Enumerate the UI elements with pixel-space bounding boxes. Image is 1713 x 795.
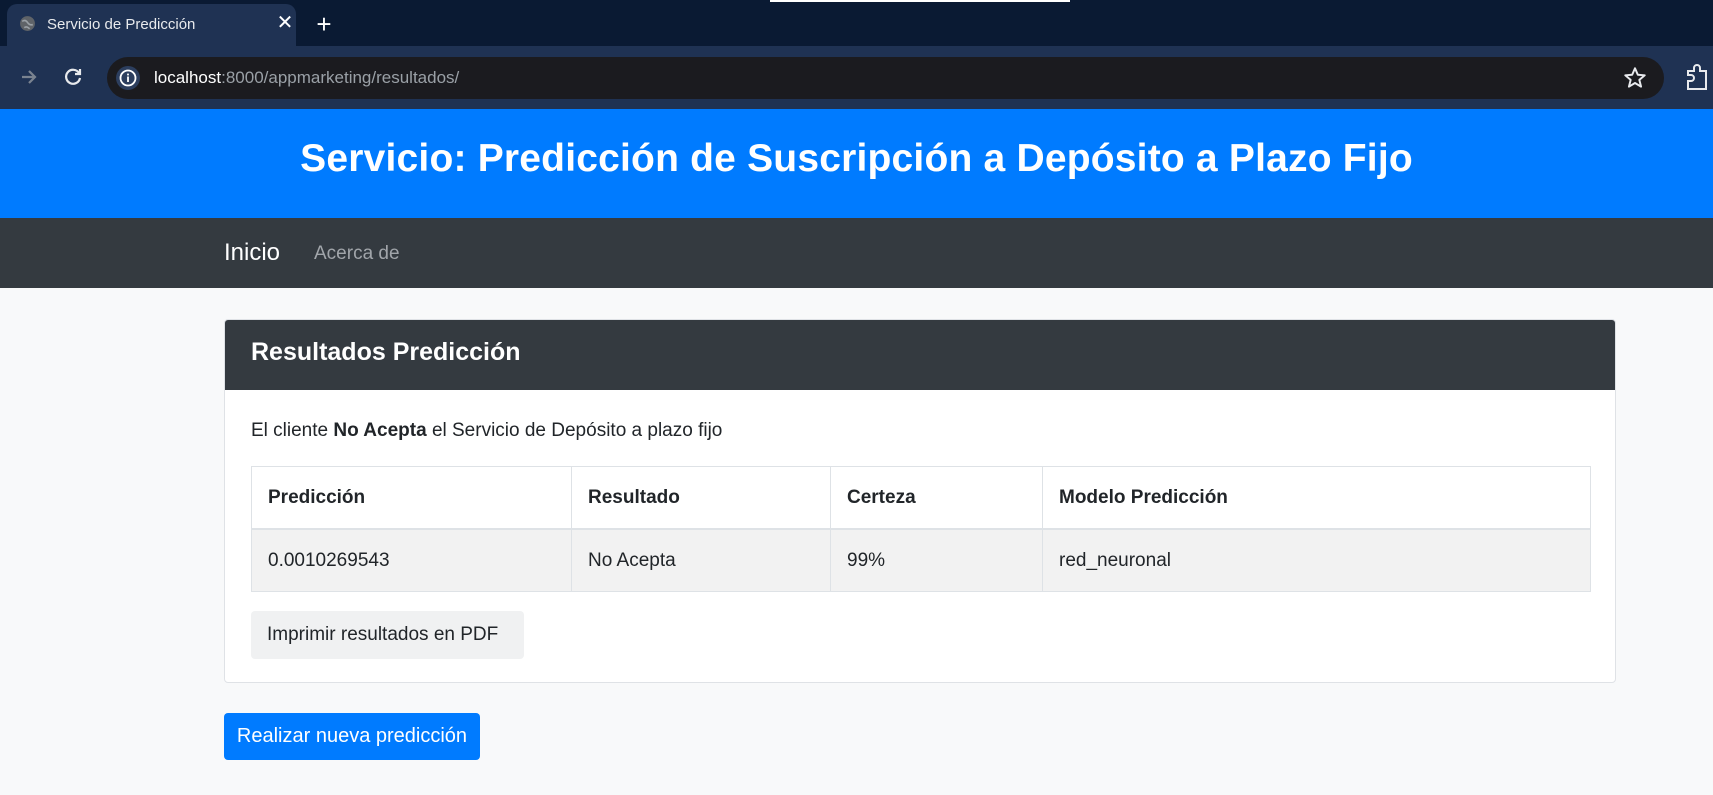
column-header-modelo: Modelo Predicción — [1042, 466, 1591, 530]
info-icon[interactable] — [116, 66, 140, 90]
cell-certeza: 99% — [830, 528, 1043, 592]
summary-prefix: El cliente — [251, 420, 329, 441]
column-header-certeza: Certeza — [830, 466, 1043, 530]
new-tab-button[interactable]: + — [310, 10, 338, 38]
tab-title: Servicio de Predicción — [47, 16, 196, 33]
browser-tab-strip: Servicio de Predicción ✕ + — [0, 0, 1713, 46]
summary-result: No Acepta — [333, 420, 427, 441]
card-title: Resultados Predicción — [251, 338, 521, 366]
new-prediction-button[interactable]: Realizar nueva predicción — [224, 713, 480, 760]
card-header: Resultados Predicción — [225, 320, 1615, 390]
summary-suffix: el Servicio de Depósito a plazo fijo — [431, 420, 723, 441]
browser-tab[interactable]: Servicio de Predicción ✕ — [7, 4, 296, 46]
nav-link-acerca[interactable]: Acerca de — [314, 243, 400, 265]
globe-icon — [20, 16, 35, 31]
page-header: Servicio: Predicción de Suscripción a De… — [0, 109, 1713, 218]
result-summary: El cliente No Acepta el Servicio de Depó… — [251, 420, 722, 442]
url-path: :8000/appmarketing/resultados/ — [221, 68, 460, 87]
url-host: localhost — [154, 68, 222, 87]
forward-icon[interactable] — [14, 62, 44, 92]
reload-icon[interactable] — [58, 62, 88, 92]
close-tab-icon[interactable]: ✕ — [273, 11, 297, 35]
main-navbar: Inicio Acerca de — [0, 218, 1713, 288]
column-header-prediccion: Predicción — [251, 466, 572, 530]
results-card: Resultados Predicción El cliente No Acep… — [224, 319, 1616, 683]
page-title: Servicio: Predicción de Suscripción a De… — [300, 137, 1413, 180]
table-header-row: Predicción Resultado Certeza Modelo Pred… — [251, 466, 1591, 530]
cell-prediccion: 0.0010269543 — [251, 528, 572, 592]
browser-toolbar: localhost:8000/appmarketing/resultados/ — [0, 46, 1713, 109]
address-bar[interactable]: localhost:8000/appmarketing/resultados/ — [107, 57, 1664, 99]
print-pdf-button[interactable]: Imprimir resultados en PDF — [251, 611, 524, 659]
table-row: 0.0010269543 No Acepta 99% red_neuronal — [251, 528, 1591, 592]
column-header-resultado: Resultado — [571, 466, 831, 530]
nav-link-inicio[interactable]: Inicio — [224, 239, 280, 267]
results-table: Predicción Resultado Certeza Modelo Pred… — [251, 466, 1591, 592]
star-icon[interactable] — [1622, 65, 1648, 91]
url-text[interactable]: localhost:8000/appmarketing/resultados/ — [154, 68, 459, 88]
cell-resultado: No Acepta — [571, 528, 831, 592]
cell-modelo: red_neuronal — [1042, 528, 1591, 592]
puzzle-icon[interactable] — [1684, 63, 1710, 91]
tab-strip-highlight — [770, 0, 1070, 2]
